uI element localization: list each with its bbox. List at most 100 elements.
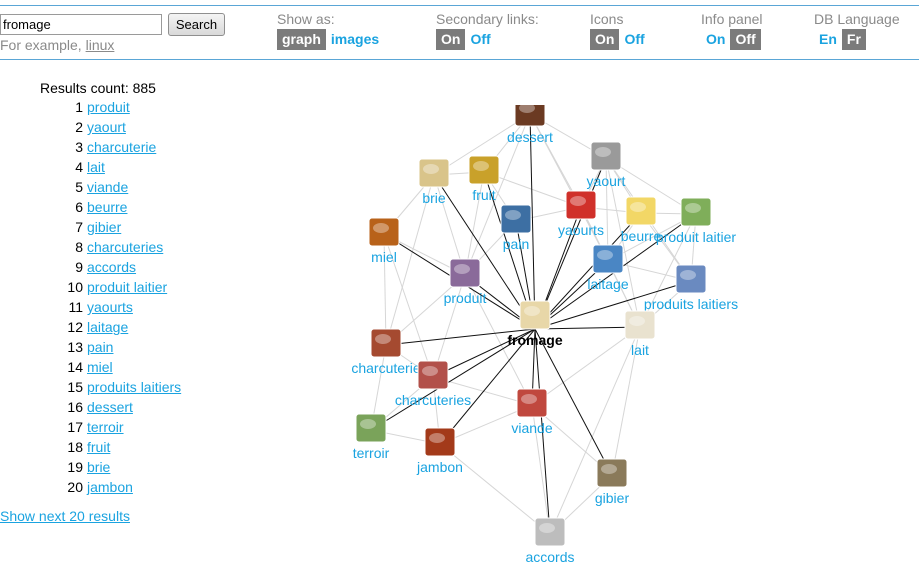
graph-node[interactable]: yaourt [587,141,626,189]
result-link[interactable]: jambon [87,479,133,495]
result-link[interactable]: terroir [87,419,124,435]
db-language-en-toggle[interactable]: En [814,29,842,50]
result-link[interactable]: charcuteries [87,239,163,255]
search-input[interactable] [0,14,162,35]
graph-node-label[interactable]: yaourts [558,222,604,238]
secondary-links-on-toggle[interactable]: On [436,29,466,50]
result-link[interactable]: viande [87,179,128,195]
result-number: 18 [67,439,83,455]
result-link[interactable]: laitage [87,319,128,335]
result-row: 2 yaourt [40,119,181,139]
graph-node-label[interactable]: fruit [472,187,495,203]
icons-off-toggle[interactable]: Off [619,29,649,50]
graph-node[interactable]: produit [444,258,487,306]
result-link[interactable]: miel [87,359,113,375]
result-row: 19 brie [40,459,181,479]
info-panel-label: Info panel [701,11,763,27]
show-as-graph-toggle[interactable]: graph [277,29,326,50]
dairy-product-icon-highlight [685,203,701,213]
info-panel-on-toggle[interactable]: On [701,29,730,50]
result-link[interactable]: yaourt [87,119,126,135]
graph-node-label[interactable]: dessert [507,129,553,145]
result-link[interactable]: brie [87,459,110,475]
graph-node[interactable]: fruit [468,155,500,203]
show-next-results-link[interactable]: Show next 20 results [0,508,130,524]
graph-node-label[interactable]: brie [422,190,446,206]
graph-node[interactable]: jambon [416,427,463,475]
graph-node-label[interactable]: produit laitier [656,229,736,245]
show-as-images-toggle[interactable]: images [326,29,384,50]
bread-icon-highlight [505,210,521,220]
icons-option: Icons On Off [590,11,650,50]
ham-icon-highlight [429,433,445,443]
dairy-icon-highlight [597,250,613,260]
secondary-links-off-toggle[interactable]: Off [465,29,495,50]
result-link[interactable]: beurre [87,199,127,215]
graph-node[interactable]: dessert [507,105,553,145]
secondary-links-label: Secondary links: [436,11,539,27]
result-link[interactable]: gibier [87,219,121,235]
result-link[interactable]: fruit [87,439,110,455]
result-link[interactable]: produit laitier [87,279,167,295]
result-link[interactable]: pain [87,339,113,355]
graph-node-label[interactable]: lait [631,342,649,358]
meat-icon-highlight [521,394,537,404]
show-as-option: Show as: graph images [277,11,384,50]
graph-node-label[interactable]: jambon [416,459,463,475]
graph-node-label[interactable]: gibier [595,490,630,506]
graph-node-label[interactable]: charcuteries [395,392,471,408]
result-number: 13 [67,339,83,355]
graph-node-label[interactable]: miel [371,249,397,265]
result-row: 20 jambon [40,479,181,499]
result-row: 1 produit [40,99,181,119]
graph-node-label[interactable]: pain [503,236,529,252]
db-language-fr-toggle[interactable]: Fr [841,29,866,50]
result-number: 7 [75,219,83,235]
result-number: 15 [67,379,83,395]
result-link[interactable]: lait [87,159,105,175]
result-link[interactable]: charcuterie [87,139,156,155]
graph-node[interactable]: brie [418,158,450,206]
graph-node-label[interactable]: yaourt [587,173,626,189]
search-button[interactable]: Search [168,13,225,36]
accords-icon-highlight [539,523,555,533]
result-row: 10 produit laitier [40,279,181,299]
result-link[interactable]: accords [87,259,136,275]
result-list: 1 produit 2 yaourt 3 charcuterie 4 lait 5 via… [40,99,181,499]
graph-node[interactable]: miel [368,217,400,265]
graph-node[interactable]: pain [500,204,532,252]
result-link[interactable]: yaourts [87,299,133,315]
graph-node[interactable]: charcuterie [351,328,421,376]
graph-node[interactable]: produits laitiers [644,264,738,312]
info-panel-off-toggle[interactable]: Off [730,29,761,50]
result-link[interactable]: produit [87,99,130,115]
center-node-label[interactable]: fromage [507,332,562,348]
graph-node-label[interactable]: laitage [587,276,628,292]
graph-node-label[interactable]: viande [511,420,552,436]
cheese-icon-highlight [524,306,540,316]
graph-node[interactable]: laitage [587,244,629,292]
result-link[interactable]: produits laitiers [87,379,181,395]
result-number: 17 [67,419,83,435]
fruit-icon-highlight [473,161,489,171]
result-link[interactable]: dessert [87,399,133,415]
graph-node[interactable]: accords [525,517,575,565]
primary-link-line [534,326,641,330]
graph-node[interactable]: produit laitier [656,197,736,245]
graph-node[interactable]: terroir [353,413,390,461]
graph-node-label[interactable]: charcuterie [351,360,420,376]
secondary-link-line [439,443,551,535]
graph-node-label[interactable]: produits laitiers [644,296,738,312]
graph-node-label[interactable]: terroir [353,445,390,461]
graph-node-label[interactable]: produit [444,290,487,306]
result-number: 5 [75,179,83,195]
result-number: 14 [67,359,83,375]
graph-node[interactable]: yaourts [558,190,604,238]
db-language-option: DB Language En Fr [814,11,900,50]
graph-node[interactable]: viande [511,388,553,436]
graph-node-label[interactable]: accords [525,549,574,565]
icons-on-toggle[interactable]: On [590,29,620,50]
example-link[interactable]: linux [86,37,115,53]
result-number: 6 [75,199,83,215]
graph-node[interactable]: gibier [595,458,630,506]
